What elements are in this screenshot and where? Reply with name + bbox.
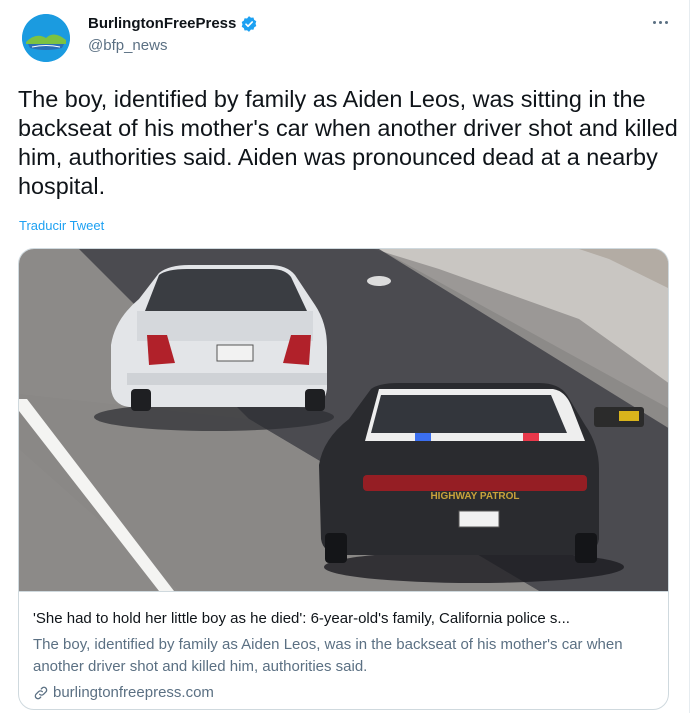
burlington-landscape-logo-icon (22, 14, 70, 62)
handle[interactable]: @bfp_news (88, 36, 258, 56)
more-options-icon[interactable] (648, 14, 672, 30)
display-name-row: BurlingtonFreePress (88, 14, 258, 34)
account-header: BurlingtonFreePress @bfp_news (88, 14, 258, 56)
link-card[interactable]: HIGHWAY PATROL 'She had to hold her litt… (18, 248, 669, 710)
patrol-label: HIGHWAY PATROL (430, 491, 519, 502)
tweet[interactable]: BurlingtonFreePress @bfp_news The boy, i… (0, 0, 690, 713)
card-title[interactable]: 'She had to hold her little boy as he di… (33, 610, 658, 627)
tweet-text: The boy, identified by family as Aiden L… (18, 86, 678, 199)
verified-badge-icon (242, 16, 257, 32)
avatar[interactable] (22, 14, 70, 62)
card-domain[interactable]: burlingtonfreepress.com (53, 684, 214, 701)
link-icon (34, 686, 48, 699)
card-body: 'She had to hold her little boy as he di… (19, 591, 668, 701)
translate-tweet-link[interactable]: Traducir Tweet (19, 218, 104, 233)
card-domain-row: burlingtonfreepress.com (33, 684, 214, 701)
card-description: The boy, identified by family as Aiden L… (33, 636, 623, 675)
card-image[interactable]: HIGHWAY PATROL (19, 249, 669, 591)
display-name[interactable]: BurlingtonFreePress (88, 14, 236, 34)
